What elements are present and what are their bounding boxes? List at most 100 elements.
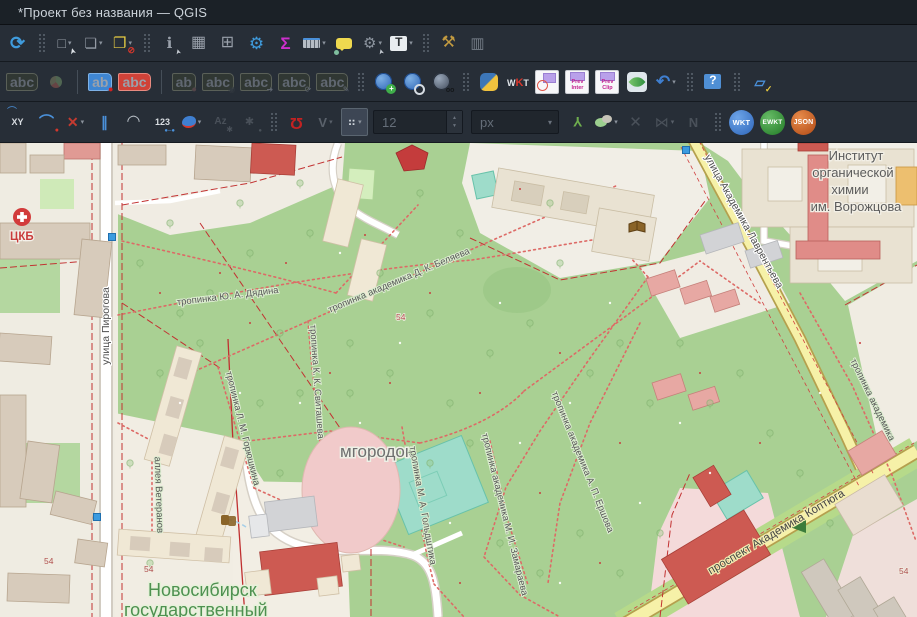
delete-vertex-icon[interactable]: ✕▾ bbox=[62, 108, 89, 136]
statistical-summary-icon[interactable]: ⊞ bbox=[214, 29, 241, 57]
processing-toolbox-icon[interactable]: ⚙ bbox=[243, 29, 270, 57]
toolbar-drag-handle[interactable] bbox=[37, 32, 45, 54]
trace-icon[interactable]: N bbox=[680, 108, 707, 136]
chevron-down-icon[interactable]: ▾ bbox=[548, 118, 558, 127]
attribute-table-icon[interactable]: ▦ bbox=[185, 29, 212, 57]
redo-history-icon[interactable]: ↶▾ bbox=[652, 68, 679, 96]
theatre-icon bbox=[221, 515, 236, 526]
chevron-down-icon[interactable]: ▾ bbox=[409, 39, 413, 47]
deactivate-tool-icon[interactable]: ✕ bbox=[622, 108, 649, 136]
range-markers-icon[interactable]: 123●–● bbox=[149, 108, 176, 136]
vector-toolbox-icon[interactable]: ⚒ bbox=[435, 29, 462, 57]
chevron-down-icon[interactable]: ▾ bbox=[99, 39, 103, 47]
chevron-down-icon[interactable]: ▾ bbox=[198, 118, 202, 126]
rotate-label-icon-badge: ⟳ bbox=[305, 86, 312, 94]
map-label: органической bbox=[812, 165, 893, 180]
snapping-units-combo[interactable]: px▾ bbox=[471, 110, 559, 134]
chevron-down-icon[interactable]: ▾ bbox=[329, 118, 333, 126]
toolbar-drag-handle[interactable] bbox=[461, 71, 469, 93]
label-options-icon[interactable]: ab● bbox=[86, 68, 114, 96]
shape-digitize-icon[interactable]: ▾ bbox=[178, 108, 205, 136]
copy-style-icon[interactable]: ❏▾ bbox=[80, 29, 107, 57]
refresh-icon[interactable]: ⟳ bbox=[4, 29, 31, 57]
toolbar-separator bbox=[161, 70, 162, 94]
wkt-plugin-icon[interactable]: WKT bbox=[504, 68, 531, 96]
python-console-icon[interactable] bbox=[475, 68, 502, 96]
chevron-down-icon[interactable]: ▾ bbox=[81, 118, 85, 126]
toolbar-drag-handle[interactable] bbox=[685, 71, 693, 93]
chevron-down-icon[interactable]: ▾ bbox=[68, 39, 72, 47]
layer-labeling-options-icon[interactable]: abc bbox=[4, 68, 40, 96]
split-features-icon[interactable]: ⋈▾ bbox=[651, 108, 678, 136]
toolbar-drag-handle[interactable] bbox=[713, 111, 721, 133]
vertex-tool-icon[interactable]: ⌒● bbox=[33, 108, 60, 136]
layer-diagram-icon[interactable] bbox=[42, 68, 69, 96]
construction-guides-icon[interactable]: ✱● bbox=[236, 108, 263, 136]
help-icon[interactable]: ? bbox=[699, 68, 726, 96]
select-features-icon[interactable]: □➤▾ bbox=[51, 29, 78, 57]
label-highlight-icon[interactable]: abc bbox=[116, 68, 152, 96]
advanced-digitizing-icon-badge: ✱ bbox=[226, 126, 233, 134]
identify-features-icon-badge: ➤ bbox=[175, 48, 183, 55]
sum-features-icon[interactable]: Σ bbox=[272, 29, 299, 57]
toolbar-row-2: abcab●abcab●abc◉abc➜abc⟳abc✎+ooWKTPrevIn… bbox=[0, 62, 917, 102]
enable-snapping-icon[interactable]: Ω bbox=[283, 108, 310, 136]
identify-features-icon[interactable]: ℹ➤ bbox=[156, 29, 183, 57]
metasearch-icon[interactable] bbox=[399, 68, 426, 96]
chevron-down-icon[interactable]: ▾ bbox=[378, 39, 382, 47]
range-markers-icon-badge: ●–● bbox=[164, 128, 175, 134]
map-label: им. Ворожцова bbox=[811, 199, 903, 214]
title-bar: *Проект без названия — QGIS bbox=[0, 0, 917, 25]
map-label: Институт bbox=[829, 148, 884, 163]
chevron-down-icon[interactable]: ▾ bbox=[672, 78, 676, 86]
move-label-icon[interactable]: abc➜ bbox=[238, 68, 274, 96]
hospital-icon bbox=[13, 208, 31, 226]
avoid-overlap-icon[interactable]: ▾ bbox=[593, 108, 620, 136]
toolbar-drag-handle[interactable] bbox=[142, 32, 150, 54]
arc-ruler-icon[interactable]: ◠ bbox=[120, 108, 147, 136]
show-hidden-labels-icon[interactable]: abc◉ bbox=[200, 68, 236, 96]
check-geometries-icon[interactable]: ▱✓ bbox=[746, 68, 773, 96]
chevron-down-icon[interactable]: ▾ bbox=[614, 118, 618, 126]
map-tips-icon[interactable] bbox=[330, 29, 357, 57]
spin-value[interactable]: 12 bbox=[374, 115, 446, 130]
new-layout-icon[interactable]: ▥ bbox=[464, 29, 491, 57]
construction-guides-icon-badge: ● bbox=[258, 128, 262, 134]
snapping-mode-icon[interactable]: V▾ bbox=[312, 108, 339, 136]
osm-place-search-icon[interactable]: oo bbox=[428, 68, 455, 96]
json-button[interactable]: JSON bbox=[789, 108, 818, 136]
ewkt-button[interactable]: EWKT bbox=[758, 108, 787, 136]
coordinate-capture-icon-badge: ⌒ bbox=[7, 108, 17, 118]
prev-geometry-icon[interactable] bbox=[533, 68, 561, 96]
chevron-down-icon[interactable]: ▾ bbox=[671, 118, 675, 126]
pin-labels-icon[interactable]: ab● bbox=[170, 68, 198, 96]
coordinate-capture-icon[interactable]: XY⌒ bbox=[4, 108, 31, 136]
snapping-tolerance-spinbox[interactable]: 12▲▼ bbox=[373, 110, 463, 134]
combo-value[interactable]: px bbox=[472, 115, 548, 130]
topological-editing-icon[interactable]: Y bbox=[564, 108, 591, 136]
duplicate-layers-icon[interactable]: ❐⊘▾ bbox=[109, 29, 136, 57]
prev-clip-icon[interactable]: PrevClip bbox=[593, 68, 621, 96]
text-annotation-icon[interactable]: T▾ bbox=[388, 29, 415, 57]
toolbar-drag-handle[interactable] bbox=[732, 71, 740, 93]
map-canvas[interactable]: мгородокНовосибирскгосударственныйИнстит… bbox=[0, 143, 917, 617]
spin-arrows[interactable]: ▲▼ bbox=[446, 111, 462, 133]
toolbar-drag-handle[interactable] bbox=[421, 32, 429, 54]
toolbar-row-1: ⟳□➤▾❏▾❐⊘▾ℹ➤▦⊞⚙Σ▾⚙➤▾T▾⚒▥ bbox=[0, 25, 917, 62]
offset-curve-icon[interactable]: ∥ bbox=[91, 108, 118, 136]
metasearch-new-icon[interactable]: + bbox=[370, 68, 397, 96]
change-label-icon[interactable]: abc✎ bbox=[314, 68, 350, 96]
quickmapservices-icon[interactable] bbox=[623, 68, 650, 96]
toolbar-drag-handle[interactable] bbox=[356, 71, 364, 93]
wkt-button[interactable]: WKT bbox=[727, 108, 756, 136]
rotate-label-icon[interactable]: abc⟳ bbox=[276, 68, 312, 96]
toolbar-drag-handle[interactable] bbox=[269, 111, 277, 133]
run-feature-action-icon[interactable]: ⚙➤▾ bbox=[359, 29, 386, 57]
map-label: 54 bbox=[144, 564, 154, 574]
chevron-down-icon[interactable]: ▾ bbox=[322, 39, 326, 47]
advanced-digitizing-icon[interactable]: Az✱ bbox=[207, 108, 234, 136]
prev-intersect-icon[interactable]: PrevInter bbox=[563, 68, 591, 96]
measure-icon[interactable]: ▾ bbox=[301, 29, 328, 57]
snapping-options-icon[interactable]: ⠶▾ bbox=[341, 108, 368, 136]
chevron-down-icon[interactable]: ▾ bbox=[358, 118, 362, 126]
